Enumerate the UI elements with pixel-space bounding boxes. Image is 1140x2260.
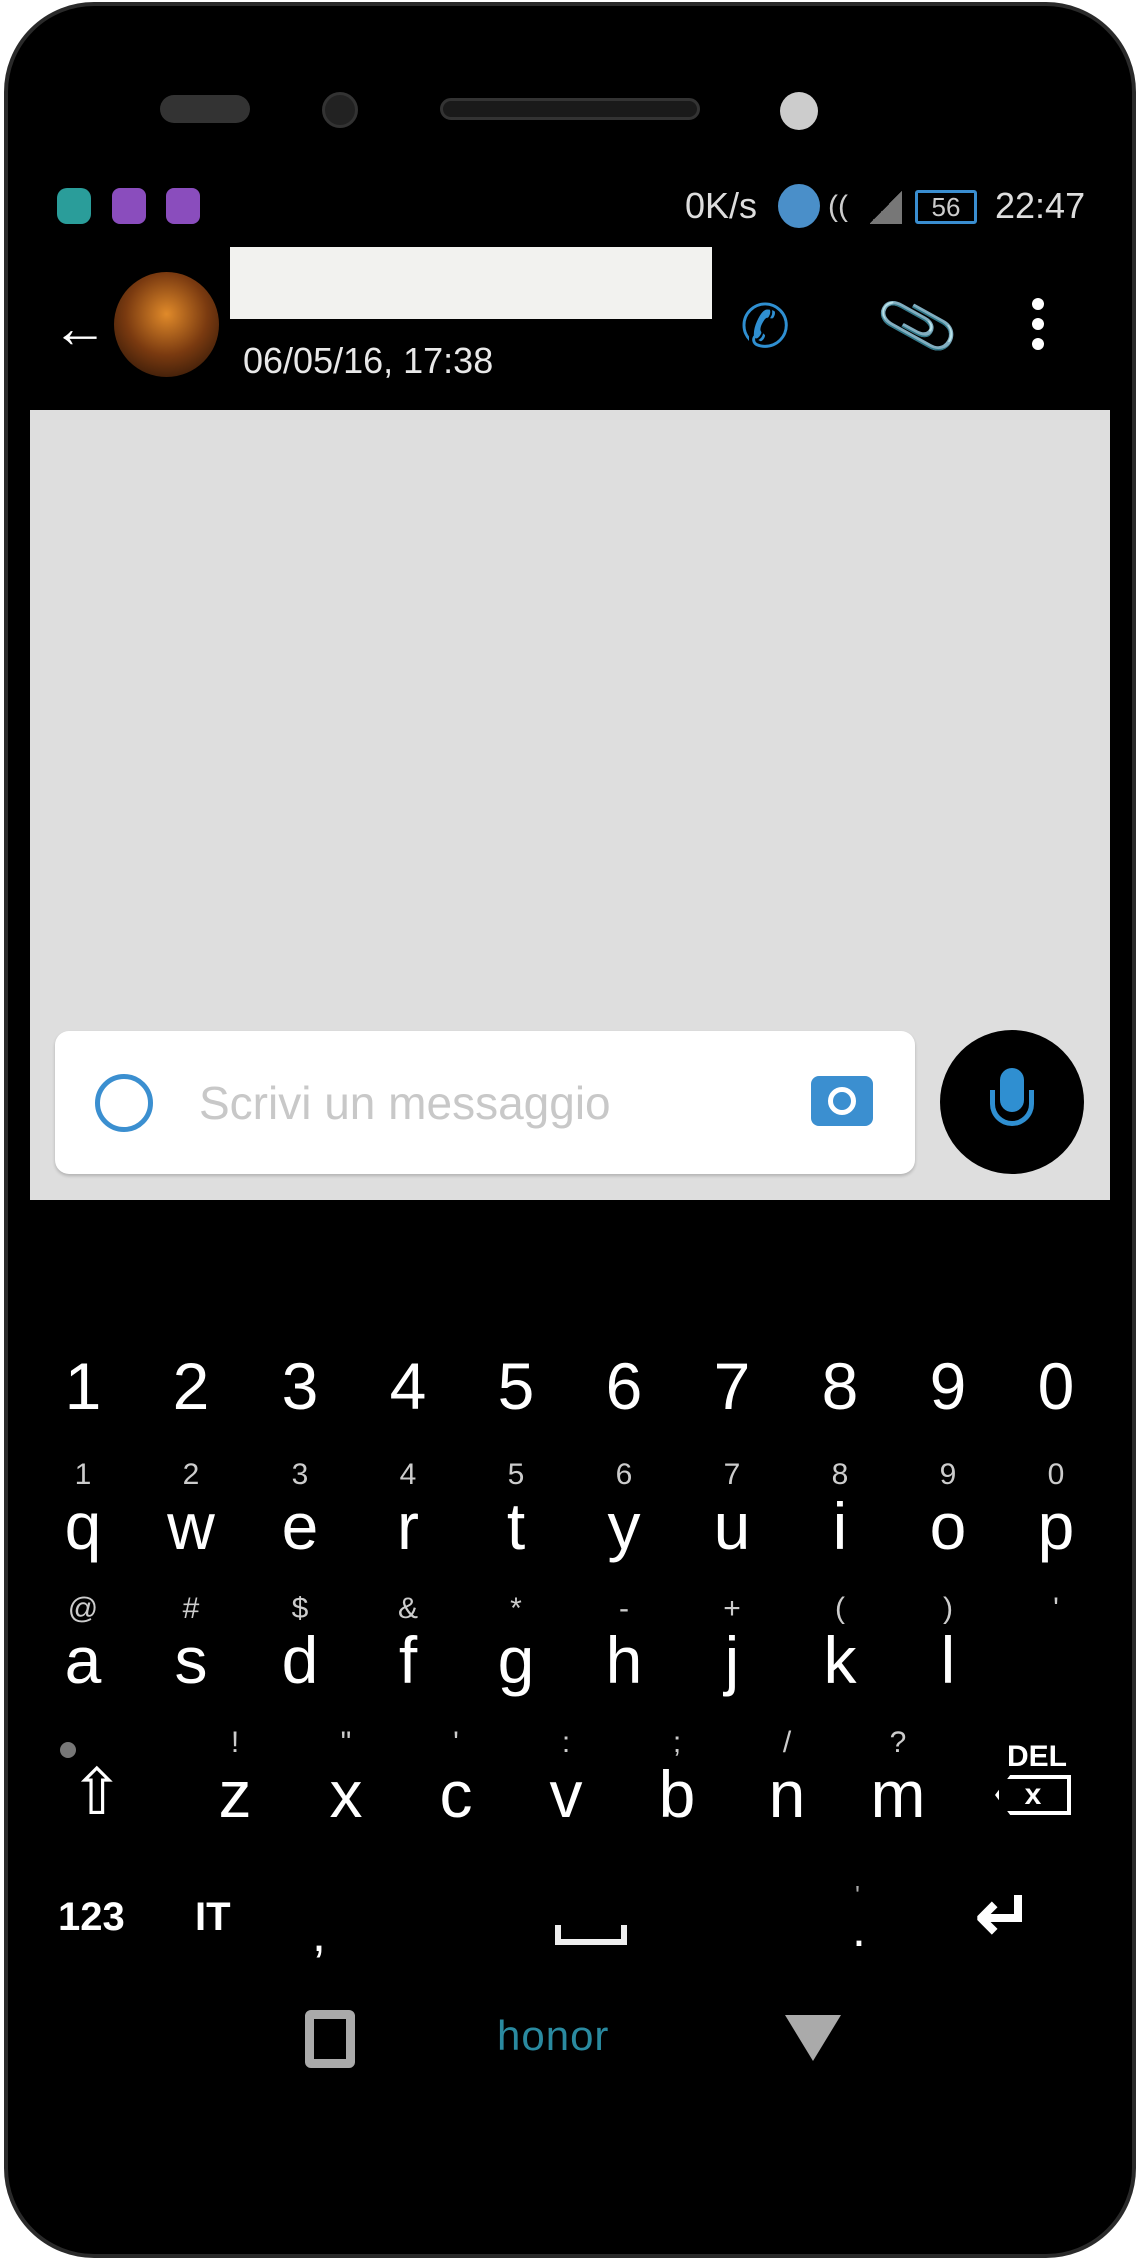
key-hint: - xyxy=(619,1592,629,1625)
back-nav-button[interactable] xyxy=(785,2015,841,2061)
mic-button[interactable] xyxy=(940,1030,1084,1174)
key-hint: @ xyxy=(67,1592,99,1625)
key-hint: : xyxy=(561,1726,571,1759)
key-hint: 4 xyxy=(399,1458,417,1491)
key-letter[interactable]: l xyxy=(898,1622,998,1698)
key-letter[interactable]: o xyxy=(898,1488,998,1564)
key-hint: ; xyxy=(672,1726,682,1759)
key-letter[interactable]: j xyxy=(682,1622,782,1698)
comma-key[interactable]: , xyxy=(312,1905,326,1963)
key-hint: * xyxy=(510,1592,522,1625)
key-2[interactable]: 3 xyxy=(250,1348,350,1424)
key-letter[interactable]: s xyxy=(141,1622,241,1698)
key-letter[interactable]: h xyxy=(574,1622,674,1698)
camera-icon[interactable] xyxy=(811,1076,873,1126)
clock: 22:47 xyxy=(995,185,1086,226)
key-letter[interactable]: u xyxy=(682,1488,782,1564)
key-letter[interactable]: x xyxy=(296,1756,396,1832)
key-hint: ) xyxy=(943,1592,953,1625)
enter-key[interactable]: ↵ xyxy=(975,1875,1034,1957)
contact-name-redacted[interactable] xyxy=(230,247,712,319)
key-letter[interactable]: b xyxy=(627,1756,727,1832)
key-letter[interactable]: n xyxy=(737,1756,837,1832)
key-letter[interactable]: w xyxy=(141,1488,241,1564)
key-hint: + xyxy=(723,1592,741,1625)
avatar[interactable] xyxy=(114,272,219,377)
language-key[interactable]: IT xyxy=(195,1895,231,1940)
key-1[interactable]: 2 xyxy=(141,1348,241,1424)
recents-button[interactable] xyxy=(305,2010,355,2068)
key-letter[interactable]: a xyxy=(33,1622,133,1698)
key-hint: / xyxy=(782,1726,792,1759)
more-options-icon[interactable] xyxy=(1032,298,1052,350)
key-letter[interactable]: i xyxy=(790,1488,890,1564)
shift-key[interactable]: ⇧ xyxy=(70,1755,124,1830)
key-letter[interactable]: z xyxy=(185,1756,285,1832)
nfc-icon: (( xyxy=(828,190,848,223)
key-letter[interactable]: f xyxy=(358,1622,458,1698)
network-speed: 0K/s xyxy=(685,185,758,226)
key-hint: ! xyxy=(230,1726,240,1759)
key-4[interactable]: 5 xyxy=(466,1348,566,1424)
period-key[interactable]: . xyxy=(852,1900,866,1958)
key-hint: 7 xyxy=(723,1458,741,1491)
key-letter[interactable]: y xyxy=(574,1488,674,1564)
key-letter[interactable]: g xyxy=(466,1622,566,1698)
moon-icon xyxy=(57,188,91,224)
key-hint: 0 xyxy=(1047,1458,1065,1491)
key-hint: " xyxy=(340,1726,352,1759)
key-0[interactable]: 1 xyxy=(33,1348,133,1424)
key-letter[interactable]: k xyxy=(790,1622,890,1698)
key-hint: ' xyxy=(1053,1592,1059,1625)
key-letter[interactable]: p xyxy=(1006,1488,1106,1564)
key-3[interactable]: 4 xyxy=(358,1348,458,1424)
message-composer[interactable]: Scrivi un messaggio xyxy=(55,1031,915,1174)
key-hint: 3 xyxy=(291,1458,309,1491)
key-hint: # xyxy=(182,1592,200,1625)
sensor xyxy=(780,92,818,130)
backspace-key[interactable]: x xyxy=(995,1775,1071,1815)
last-seen: 06/05/16, 17:38 xyxy=(243,340,494,381)
back-button[interactable]: ← xyxy=(52,295,108,360)
space-key[interactable] xyxy=(555,1925,627,1945)
key-hint: ? xyxy=(889,1726,907,1759)
message-input[interactable]: Scrivi un messaggio xyxy=(199,1076,611,1130)
key-hint: 6 xyxy=(615,1458,633,1491)
key-hint: 5 xyxy=(507,1458,525,1491)
key-7[interactable]: 8 xyxy=(790,1348,890,1424)
key-letter[interactable]: v xyxy=(516,1756,616,1832)
key-letter[interactable]: t xyxy=(466,1488,566,1564)
key-hint: 2 xyxy=(182,1458,200,1491)
alarm-icon xyxy=(778,184,820,228)
phone-icon[interactable]: ✆ xyxy=(740,292,790,362)
key-9[interactable]: 0 xyxy=(1006,1348,1106,1424)
emoji-icon[interactable] xyxy=(95,1074,153,1132)
key-hint: $ xyxy=(291,1592,309,1625)
key-letter[interactable]: m xyxy=(848,1756,948,1832)
key-letter[interactable]: e xyxy=(250,1488,350,1564)
key-letter[interactable]: q xyxy=(33,1488,133,1564)
key-letter[interactable]: c xyxy=(406,1756,506,1832)
key-hint: 8 xyxy=(831,1458,849,1491)
keyboard-icon xyxy=(112,188,146,224)
key-hint: ' xyxy=(453,1726,459,1759)
key-letter[interactable]: r xyxy=(358,1488,458,1564)
speaker-grille xyxy=(160,95,250,123)
key-5[interactable]: 6 xyxy=(574,1348,674,1424)
key-hint: 9 xyxy=(939,1458,957,1491)
key-6[interactable]: 7 xyxy=(682,1348,782,1424)
image-icon xyxy=(166,188,200,224)
key-8[interactable]: 9 xyxy=(898,1348,998,1424)
key-hint: & xyxy=(397,1592,418,1625)
signal-icon xyxy=(870,190,902,224)
battery-icon: 56 xyxy=(915,190,977,224)
honor-logo: honor xyxy=(497,2012,610,2059)
symbols-key[interactable]: 123 xyxy=(58,1895,125,1940)
del-label: DEL xyxy=(1007,1740,1067,1773)
key-hint: 1 xyxy=(74,1458,92,1491)
key-hint: ( xyxy=(835,1592,845,1625)
front-camera xyxy=(322,92,358,128)
key-letter[interactable]: d xyxy=(250,1622,350,1698)
earpiece xyxy=(440,98,700,120)
